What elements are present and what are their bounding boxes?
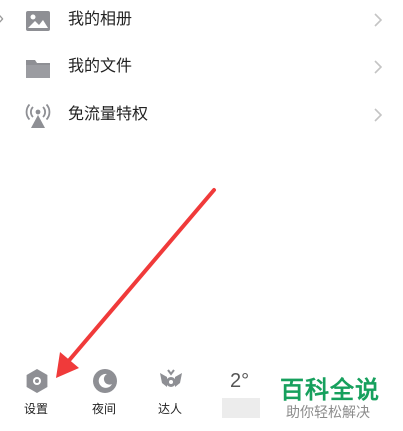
menu-item-data-free-label: 免流量特权: [68, 106, 149, 123]
settings-hexagon-icon: [26, 369, 48, 393]
menu-item-data-free[interactable]: 免流量特权: [0, 95, 403, 139]
watermark-title: 百科全说: [280, 377, 380, 404]
expert-wings-icon: [160, 369, 182, 387]
weather-widget[interactable]: 2°: [216, 370, 264, 422]
weather-temperature: 2°: [230, 370, 250, 392]
night-mode-button[interactable]: 夜间: [81, 368, 127, 420]
settings-label: 设置: [23, 402, 48, 416]
expert-button[interactable]: 达人: [147, 368, 193, 420]
chevron-right-icon: [374, 108, 383, 122]
settings-button[interactable]: 设置: [13, 368, 59, 420]
moon-icon: [93, 369, 117, 393]
menu-item-album[interactable]: 我的相册: [0, 0, 403, 44]
folder-icon: [26, 60, 50, 78]
weather-blurred-label: [222, 398, 260, 418]
night-mode-label: 夜间: [91, 402, 116, 416]
chevron-right-icon: [374, 13, 383, 27]
watermark-subtitle: 助你轻松解决: [286, 404, 370, 420]
chevron-right-icon: [374, 60, 383, 74]
menu-item-files-label: 我的文件: [68, 58, 133, 75]
menu-item-album-label: 我的相册: [68, 11, 133, 28]
watermark-logo: 百科全说 助你轻松解决: [276, 370, 394, 422]
signal-tower-icon: [25, 103, 51, 128]
expert-label: 达人: [157, 402, 182, 416]
menu-item-files[interactable]: 我的文件: [0, 47, 403, 91]
photo-icon: [26, 11, 50, 31]
